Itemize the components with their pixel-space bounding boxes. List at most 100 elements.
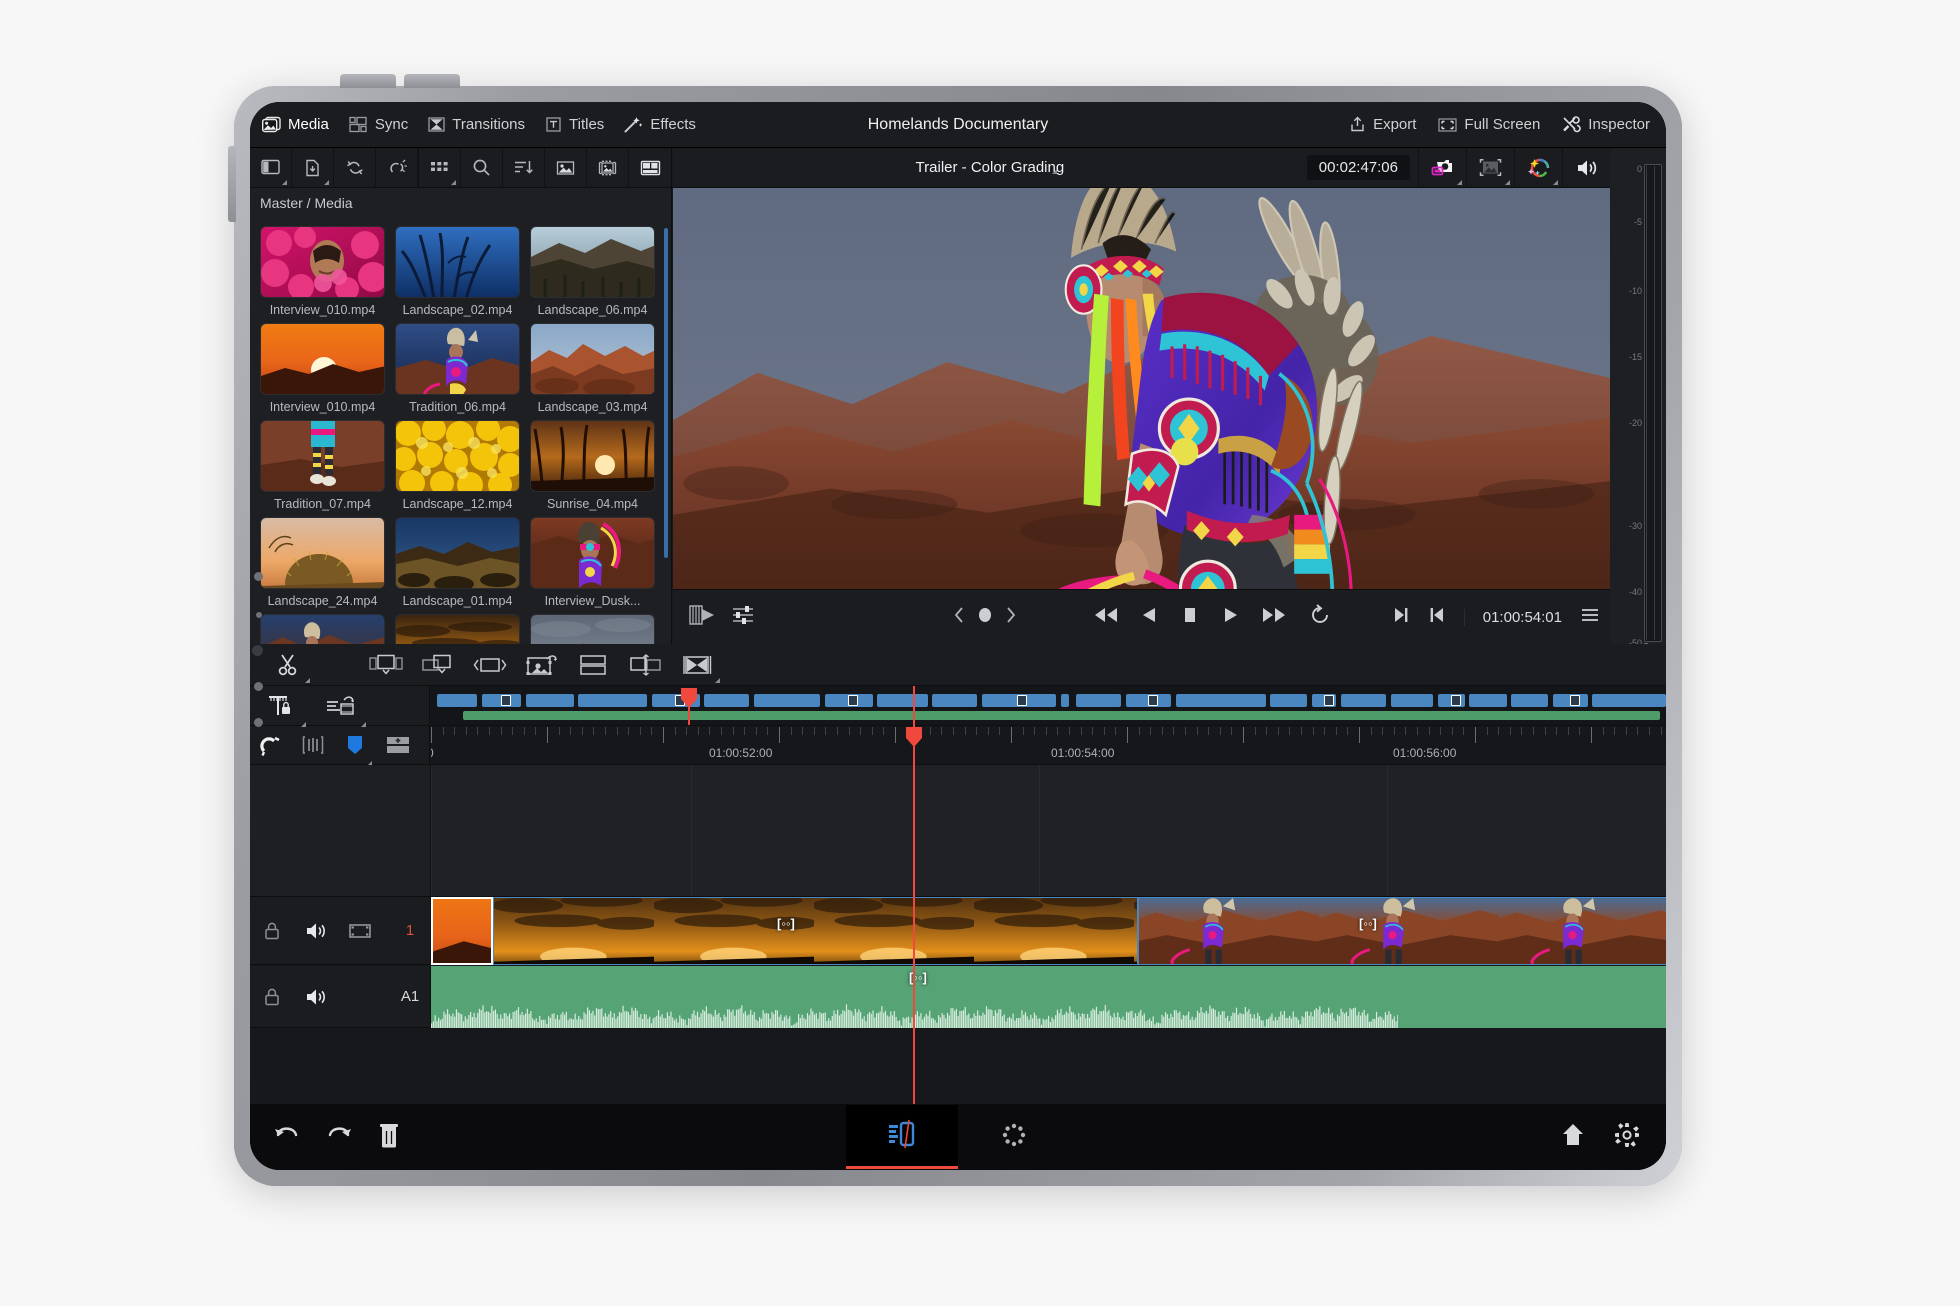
jump-end-icon[interactable] bbox=[1261, 605, 1287, 629]
cut-page-tab[interactable] bbox=[846, 1105, 958, 1169]
marker-color-icon[interactable] bbox=[334, 721, 376, 769]
audio-icon[interactable] bbox=[294, 921, 338, 941]
lock-icon[interactable] bbox=[250, 987, 294, 1007]
media-clip-thumbnail[interactable] bbox=[395, 226, 520, 298]
menu-item-titles[interactable]: Titles bbox=[545, 116, 604, 133]
camera-record-icon[interactable] bbox=[1418, 147, 1466, 188]
media-bin-scrollbar[interactable] bbox=[664, 228, 668, 558]
crop-frame-icon[interactable] bbox=[1466, 147, 1514, 188]
add-track-icon[interactable] bbox=[376, 721, 420, 769]
breadcrumb[interactable]: Master / Media bbox=[250, 188, 671, 218]
hamburger-menu-icon[interactable] bbox=[1580, 606, 1600, 628]
list-view-icon[interactable] bbox=[629, 148, 671, 188]
play-reverse-icon[interactable] bbox=[1141, 605, 1159, 629]
stop-icon[interactable] bbox=[1181, 605, 1199, 629]
audio-clip[interactable]: [◦◦] bbox=[431, 966, 1666, 1028]
media-clip-thumbnail[interactable] bbox=[395, 614, 520, 644]
media-clip-item[interactable]: Interview_010.mp4 bbox=[260, 323, 385, 414]
audio-icon[interactable] bbox=[294, 987, 338, 1007]
media-clip-item[interactable]: Tradition_07.mp4 bbox=[260, 420, 385, 511]
filmstrip-view-icon[interactable] bbox=[587, 147, 630, 188]
media-clip-thumbnail[interactable] bbox=[260, 420, 385, 492]
color-grade-icon[interactable] bbox=[1514, 147, 1562, 188]
timeline-minimap[interactable] bbox=[431, 686, 1666, 726]
fullscreen-button[interactable]: Full Screen bbox=[1438, 116, 1540, 133]
media-clip-item[interactable]: Landscape_12.mp4 bbox=[395, 614, 520, 644]
track-header-v1[interactable]: 1 bbox=[250, 897, 431, 965]
minimap-playhead[interactable] bbox=[681, 688, 697, 725]
insert-clip-icon[interactable] bbox=[360, 644, 412, 686]
media-clip-item[interactable]: Tradition_07.mp4 bbox=[260, 614, 385, 644]
media-clip-item[interactable]: Landscape_02.mp4 bbox=[395, 226, 520, 317]
timeline-video-clip[interactable] bbox=[431, 897, 493, 965]
media-clip-thumbnail[interactable] bbox=[530, 614, 655, 644]
media-bin[interactable]: Interview_010.mp4 Landscape_02.mp4 Landsca… bbox=[250, 218, 671, 644]
media-clip-item[interactable]: Landscape_12.mp4 bbox=[395, 420, 520, 511]
menu-item-sync[interactable]: Sync bbox=[349, 116, 408, 133]
media-clip-item[interactable]: Landscape_01.mp4 bbox=[395, 517, 520, 608]
append-clip-icon[interactable] bbox=[568, 644, 620, 686]
import-media-icon[interactable] bbox=[292, 147, 335, 188]
sort-icon[interactable] bbox=[503, 147, 546, 188]
inspector-button[interactable]: Inspector bbox=[1562, 116, 1650, 133]
media-clip-item[interactable]: Interview_Dusk... bbox=[530, 517, 655, 608]
video-icon[interactable] bbox=[338, 922, 382, 940]
audio-volume-icon[interactable] bbox=[1562, 147, 1610, 188]
replace-clip-icon[interactable] bbox=[464, 644, 516, 686]
next-marker-icon[interactable] bbox=[1005, 605, 1017, 629]
media-clip-thumbnail[interactable] bbox=[530, 517, 655, 589]
media-clip-thumbnail[interactable] bbox=[530, 226, 655, 298]
track-body-v1[interactable]: [◦◦][◦◦][◦◦] bbox=[431, 897, 1666, 965]
media-clip-thumbnail[interactable] bbox=[395, 517, 520, 589]
lock-icon[interactable] bbox=[250, 921, 294, 941]
sidebar-toggle-icon[interactable] bbox=[250, 147, 293, 188]
media-clip-item[interactable]: Landscape_24.mp4 bbox=[260, 517, 385, 608]
media-clip-thumbnail[interactable] bbox=[260, 323, 385, 395]
timeline-video-clip[interactable]: [◦◦] bbox=[493, 897, 1138, 965]
timeline-ruler[interactable]: 0 01:00:52:00 01:00:54:00 01:00:56:00 bbox=[431, 727, 1666, 765]
media-clip-thumbnail[interactable] bbox=[260, 517, 385, 589]
grid-view-icon[interactable] bbox=[419, 147, 462, 188]
place-on-top-icon[interactable] bbox=[516, 644, 568, 686]
menu-item-transitions[interactable]: Transitions bbox=[428, 116, 525, 133]
media-clip-item[interactable]: Sunrise_04.mp4 bbox=[530, 420, 655, 511]
timeline-video-clip[interactable]: [◦◦] bbox=[1138, 897, 1666, 965]
media-clip-item[interactable]: Landscape_06.mp4 bbox=[530, 226, 655, 317]
home-icon[interactable] bbox=[1560, 1122, 1586, 1152]
video-preview-area[interactable] bbox=[673, 188, 1610, 589]
track-header-a1[interactable]: A1 bbox=[250, 966, 431, 1028]
media-clip-thumbnail[interactable] bbox=[530, 420, 655, 492]
flags-icon[interactable] bbox=[292, 721, 334, 769]
settings-gear-icon[interactable] bbox=[1614, 1122, 1640, 1152]
media-clip-thumbnail[interactable] bbox=[395, 420, 520, 492]
timeline-playhead[interactable] bbox=[906, 686, 922, 1104]
media-clip-item[interactable]: Sunrise_04.mp4 bbox=[530, 614, 655, 644]
media-clip-thumbnail[interactable] bbox=[395, 323, 520, 395]
overwrite-clip-icon[interactable] bbox=[412, 644, 464, 686]
render-progress-tab[interactable] bbox=[958, 1105, 1070, 1169]
sync-clips-icon[interactable] bbox=[334, 147, 377, 188]
menu-item-effects[interactable]: Effects bbox=[624, 116, 696, 133]
search-icon[interactable] bbox=[461, 147, 504, 188]
media-clip-item[interactable]: Tradition_06.mp4 bbox=[395, 323, 520, 414]
export-button[interactable]: Export bbox=[1349, 116, 1416, 133]
track-body-a1[interactable]: [◦◦] bbox=[431, 966, 1666, 1028]
marker-icon[interactable] bbox=[975, 605, 995, 629]
media-clip-thumbnail[interactable] bbox=[530, 323, 655, 395]
viewer-title-wrap[interactable]: Trailer - Color Grading bbox=[673, 159, 1307, 176]
play-icon[interactable] bbox=[1221, 605, 1239, 629]
media-clip-item[interactable]: Landscape_03.mp4 bbox=[530, 323, 655, 414]
snapping-magnet-icon[interactable] bbox=[250, 721, 292, 769]
prev-marker-icon[interactable] bbox=[953, 605, 965, 629]
out-point-icon[interactable] bbox=[1428, 605, 1446, 629]
thumbnail-view-icon[interactable] bbox=[545, 147, 588, 188]
media-clip-thumbnail[interactable] bbox=[260, 226, 385, 298]
unlink-clips-icon[interactable] bbox=[376, 147, 419, 188]
fit-to-fill-icon[interactable] bbox=[672, 644, 724, 686]
menu-item-media[interactable]: Media bbox=[262, 116, 329, 133]
in-point-icon[interactable] bbox=[1392, 605, 1410, 629]
razor-icon[interactable] bbox=[262, 644, 314, 686]
loop-icon[interactable] bbox=[1309, 604, 1331, 630]
media-clip-thumbnail[interactable] bbox=[260, 614, 385, 644]
ripple-overwrite-icon[interactable] bbox=[620, 644, 672, 686]
